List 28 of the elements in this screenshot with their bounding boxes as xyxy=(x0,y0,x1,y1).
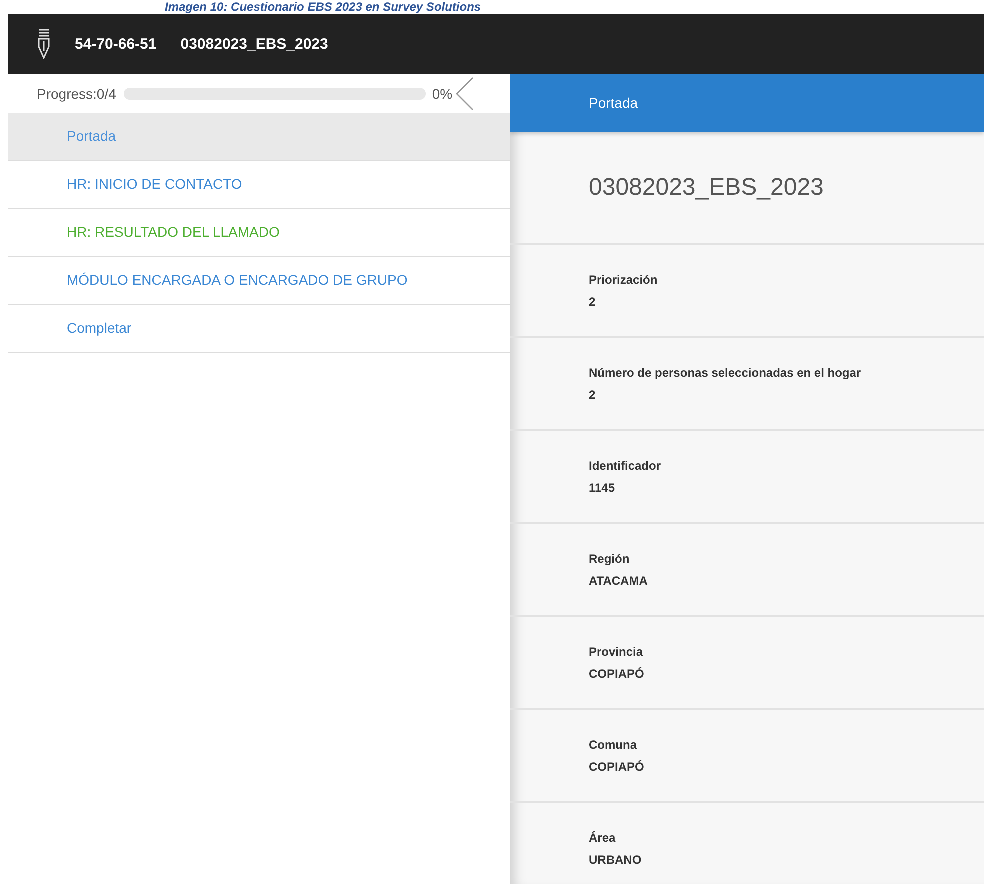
figure-caption: Imagen 10: Cuestionario EBS 2023 en Survey Solutions xyxy=(164,0,482,14)
collapse-chevron-icon[interactable] xyxy=(456,76,474,110)
section-nav-item[interactable]: Completar xyxy=(8,305,510,353)
field-value: COPIAPÓ xyxy=(589,760,646,774)
section-nav-item[interactable]: HR: INICIO DE CONTACTO xyxy=(8,161,510,209)
field-label: Identificador xyxy=(589,458,662,472)
section-title: Portada xyxy=(589,95,638,111)
field-label: Área xyxy=(589,830,617,844)
field-value: 1145 xyxy=(589,480,616,494)
section-nav-item[interactable]: MÓDULO ENCARGADA O ENCARGADO DE GRUPO xyxy=(8,257,510,305)
field-value: 2 xyxy=(589,294,597,308)
field-value: URBANO xyxy=(589,852,643,866)
section-nav-item[interactable]: Portada xyxy=(8,113,510,161)
questionnaire-title: 03082023_EBS_2023 xyxy=(180,36,328,52)
section-nav-item[interactable]: HR: RESULTADO DEL LLAMADO xyxy=(8,209,510,257)
field-label: Provincia xyxy=(589,644,644,658)
interview-key: 54-70-66-51 xyxy=(75,36,157,52)
field-label: Región xyxy=(589,552,631,566)
field-value: ATACAMA xyxy=(589,574,649,588)
field-label: Comuna xyxy=(589,738,638,752)
field-value: COPIAPÓ xyxy=(589,666,646,680)
progress-label: Progress:0/4 xyxy=(37,86,116,102)
progress-percent: 0% xyxy=(432,86,453,102)
field-label: Priorización xyxy=(589,272,659,286)
field-value: 2 xyxy=(589,388,597,402)
cover-title: 03082023_EBS_2023 xyxy=(589,174,824,202)
field-label: Número de personas seleccionadas en el hogar xyxy=(589,366,862,380)
pen-nib-icon xyxy=(37,29,51,59)
